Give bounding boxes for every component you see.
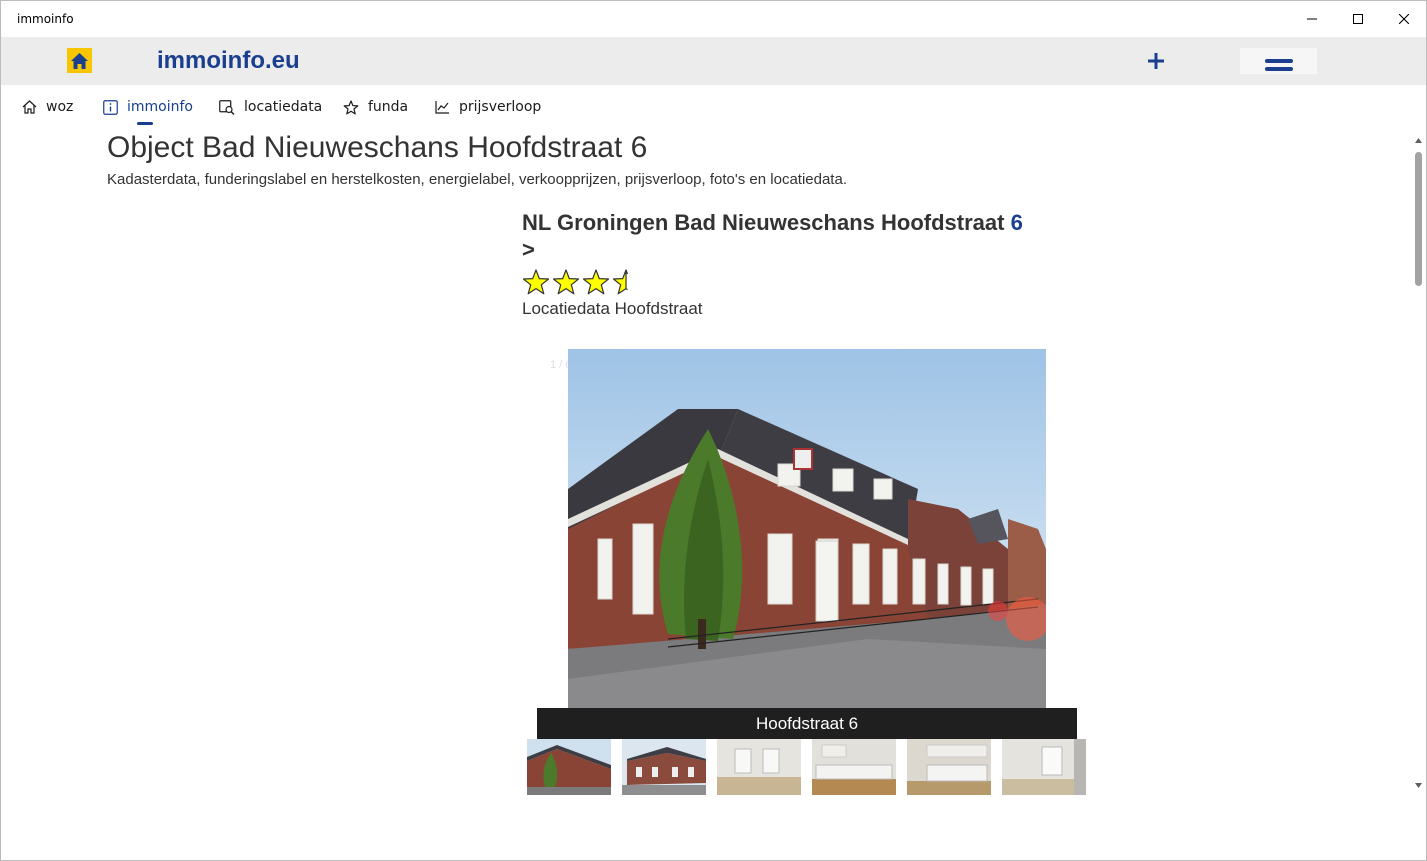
photo-thumbnails: [527, 739, 1086, 795]
hamburger-menu-button[interactable]: [1240, 48, 1317, 74]
thumbnail-5[interactable]: [907, 739, 991, 795]
page-subtitle: Kadasterdata, funderingslabel en herstel…: [107, 171, 847, 188]
house-number-link[interactable]: 6: [1011, 210, 1023, 235]
thumbnail-exterior-image: [622, 739, 706, 795]
tab-prijsverloop-label: prijsverloop: [459, 99, 542, 115]
thumbnail-3[interactable]: [717, 739, 801, 795]
tab-funda[interactable]: funda: [343, 99, 408, 115]
close-button[interactable]: [1381, 1, 1427, 37]
scrollbar-thumb[interactable]: [1415, 152, 1422, 286]
object-title: NL Groningen Bad Nieuweschans Hoofdstraa…: [522, 209, 1092, 263]
star-outline-icon: [343, 99, 359, 114]
tab-immoinfo-label: immoinfo: [127, 99, 193, 115]
house-photo-illustration: [568, 349, 1046, 709]
vertical-scrollbar[interactable]: [1411, 127, 1426, 860]
thumbnail-kitchen-image: [812, 739, 896, 795]
title-bar: immoinfo: [1, 1, 1426, 37]
home-button[interactable]: [67, 48, 92, 73]
page-title: Object Bad Nieuweschans Hoofdstraat 6: [107, 131, 648, 164]
star-half-icon: [612, 269, 628, 295]
main-house-photo[interactable]: [568, 349, 1046, 709]
close-icon: [1399, 14, 1409, 24]
thumbnail-interior-image: [717, 739, 801, 795]
tab-locatiedata[interactable]: locatiedata: [219, 99, 322, 115]
minimize-icon: [1307, 18, 1317, 20]
location-data-link[interactable]: Locatiedata Hoofdstraat: [522, 299, 703, 319]
object-title-text: NL Groningen Bad Nieuweschans Hoofdstraa…: [522, 210, 1011, 235]
thumbnail-kitchen-image: [907, 739, 991, 795]
active-tab-indicator: [137, 122, 153, 125]
tab-funda-label: funda: [368, 99, 409, 115]
menu-icon-bar-top: [1265, 59, 1293, 63]
tab-immoinfo[interactable]: immoinfo: [103, 99, 193, 115]
star-full-icon: [552, 269, 580, 295]
object-more-arrow[interactable]: >: [522, 237, 535, 262]
menu-icon-bar-bottom: [1265, 67, 1293, 71]
brand-logo-text[interactable]: immoinfo.eu: [157, 47, 300, 75]
thumbnail-4[interactable]: [812, 739, 896, 795]
main-content: Object Bad Nieuweschans Hoofdstraat 6 Ka…: [1, 127, 1409, 860]
thumbnail-1[interactable]: [527, 739, 611, 795]
nav-tabs: woz immoinfo locatiedata funda prijsverl…: [1, 85, 1411, 127]
tab-woz-label: woz: [46, 99, 74, 115]
maximize-icon: [1353, 14, 1363, 24]
line-chart-icon: [435, 101, 449, 114]
add-button[interactable]: [1141, 45, 1171, 77]
star-full-icon: [522, 269, 550, 295]
tab-woz[interactable]: woz: [22, 99, 73, 115]
maximize-button[interactable]: [1335, 1, 1381, 37]
thumbnail-interior-image: [1002, 739, 1086, 795]
star-full-icon: [582, 269, 610, 295]
minimize-button[interactable]: [1289, 1, 1335, 37]
thumbnail-exterior-image: [527, 739, 611, 795]
plus-icon: [1148, 53, 1164, 69]
app-header: immoinfo.eu: [1, 37, 1426, 85]
thumbnail-2[interactable]: [622, 739, 706, 795]
tab-locatiedata-label: locatiedata: [244, 99, 323, 115]
thumbnail-6[interactable]: [1002, 739, 1086, 795]
rating-stars: [522, 269, 628, 295]
tab-prijsverloop[interactable]: prijsverloop: [435, 99, 541, 115]
home-icon: [71, 52, 88, 69]
scroll-down-icon[interactable]: [1414, 781, 1423, 790]
photo-caption: Hoofdstraat 6: [537, 708, 1077, 739]
app-window: immoinfo immoinfo.eu woz immoinfo locati…: [0, 0, 1427, 861]
home-outline-icon: [22, 100, 37, 114]
map-search-icon: [219, 99, 235, 115]
info-icon: [103, 99, 118, 115]
window-title: immoinfo: [17, 12, 74, 26]
scroll-up-icon[interactable]: [1414, 136, 1423, 145]
